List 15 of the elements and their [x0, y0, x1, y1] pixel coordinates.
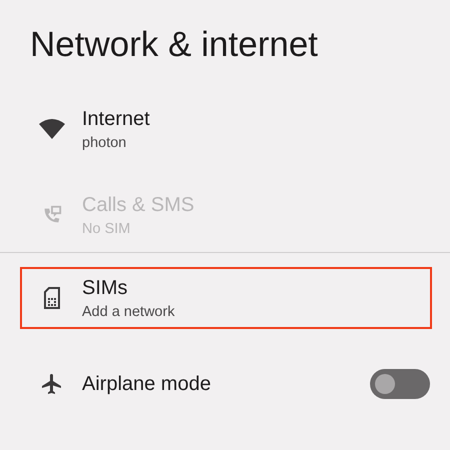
- wifi-icon: [39, 118, 65, 140]
- setting-title: Calls & SMS: [82, 194, 196, 216]
- toggle-switch[interactable]: [370, 369, 430, 399]
- setting-row[interactable]: Internet photon: [20, 98, 432, 160]
- airplane-icon: [40, 372, 64, 396]
- setting-row[interactable]: Airplane mode: [20, 353, 432, 415]
- setting-title: Internet: [82, 108, 151, 130]
- setting-summary: No SIM: [82, 220, 132, 236]
- setting-summary: photon: [82, 134, 128, 150]
- highlighted-setting-row[interactable]: SIMs Add a network: [20, 267, 432, 329]
- setting-title: SIMs: [82, 276, 129, 300]
- sim-card-icon: [43, 287, 61, 309]
- setting-title: Airplane mode: [82, 372, 212, 396]
- page-title: Network & internet: [30, 24, 319, 66]
- setting-summary: Add a network: [82, 304, 176, 320]
